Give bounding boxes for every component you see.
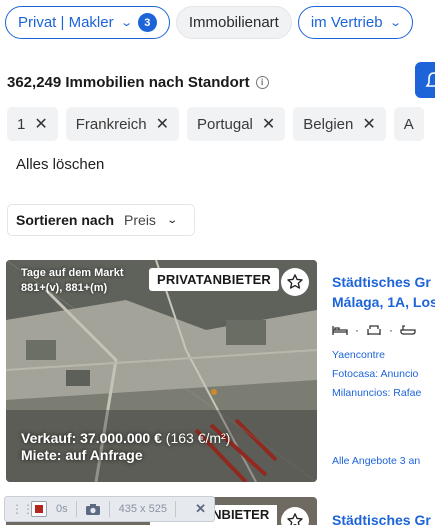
listing-title-line2[interactable]: Málaga, 1A, Los	[332, 292, 435, 312]
info-icon[interactable]: i	[255, 75, 269, 89]
days-on-market-label: Tage auf dem Markt	[21, 267, 124, 279]
price-per-sqm: (163 €/m²)	[165, 430, 231, 446]
chip-location-1[interactable]: 1 ✕	[7, 107, 58, 141]
rent-price: Miete: auf Anfrage	[21, 447, 143, 463]
divider	[108, 501, 110, 517]
bed-icon	[332, 326, 348, 335]
filter-status[interactable]: im Vertrieb ⌄	[297, 6, 413, 39]
all-offers-link[interactable]: Alle Angebote 3 an	[332, 455, 420, 467]
results-header: 362,249 Immobilien nach Standort i	[7, 70, 435, 94]
chip-label: Belgien	[303, 115, 354, 133]
divider	[174, 501, 176, 517]
bath-icon	[400, 325, 416, 335]
close-icon[interactable]: ✕	[262, 114, 275, 134]
days-on-market: Tage auf dem Markt 881+(v), 881+(m)	[21, 266, 124, 296]
filter-property-type[interactable]: Immobilienart	[175, 6, 292, 39]
star-icon	[287, 274, 303, 289]
sort-dropdown[interactable]: Sortieren nach Preis ⌄	[7, 204, 195, 236]
filter-status-label: im Vertrieb	[310, 14, 383, 31]
capture-size: 435 x 525	[118, 503, 167, 515]
chip-location-5[interactable]: A	[393, 107, 424, 141]
chip-label: Frankreich	[75, 115, 147, 133]
filter-count-badge: 3	[137, 13, 157, 32]
bell-icon	[425, 72, 435, 87]
chip-label: 1	[17, 115, 26, 133]
sort-value: Preis	[124, 212, 156, 228]
amenity-dash: ·	[389, 323, 393, 337]
favorite-button[interactable]	[281, 268, 309, 296]
sale-price-value: Verkauf: 37.000.000 €	[21, 430, 162, 446]
agency-link[interactable]: Yaencontre	[332, 346, 435, 365]
close-icon[interactable]: ✕	[34, 114, 47, 134]
chip-label: A	[403, 115, 414, 133]
chevron-down-icon: ⌄	[166, 214, 179, 226]
amenities-row: · ·	[332, 322, 435, 338]
sale-price: Verkauf: 37.000.000 € (163 €/m²)	[21, 430, 230, 447]
filter-bar: Privat | Makler ⌄ 3 Immobilienart im Ver…	[5, 6, 435, 40]
filter-property-type-label: Immobilienart	[188, 14, 279, 31]
amenity-dash: ·	[355, 323, 359, 337]
days-on-market-value: 881+(v), 881+(m)	[21, 282, 108, 294]
agency-link[interactable]: Fotocasa: Anuncio	[332, 365, 435, 384]
price-block: Verkauf: 37.000.000 € (163 €/m²) Miete: …	[21, 430, 230, 464]
star-icon	[287, 513, 303, 525]
sort-label: Sortieren nach	[16, 212, 115, 228]
chip-location-3[interactable]: Portugal ✕	[187, 107, 286, 141]
agency-list: Yaencontre Fotocasa: Anuncio Milanuncios…	[332, 346, 435, 403]
clear-all-link[interactable]: Alles löschen	[16, 156, 104, 173]
recording-time: 0s	[56, 503, 68, 515]
agency-link[interactable]: Milanuncios: Rafae	[332, 384, 435, 403]
camera-icon	[85, 503, 100, 515]
chip-location-4[interactable]: Belgien ✕	[293, 107, 386, 141]
close-icon[interactable]: ✕	[362, 114, 375, 134]
close-icon[interactable]: ✕	[195, 501, 206, 517]
listing-photo[interactable]: Tage auf dem Markt 881+(v), 881+(m) PRIV…	[6, 260, 317, 482]
record-icon	[35, 505, 43, 513]
camera-button[interactable]	[85, 503, 101, 516]
record-button[interactable]	[31, 501, 47, 517]
drag-handle-icon[interactable]: ⋮⋮	[11, 502, 34, 516]
location-chips: 1 ✕ Frankreich ✕ Portugal ✕ Belgien ✕ A	[7, 107, 435, 141]
listing-title-2[interactable]: Städtisches Gr	[332, 512, 431, 525]
listing-details: Städtisches Gr Málaga, 1A, Los · · Yaenc…	[332, 272, 435, 403]
sofa-icon	[367, 325, 381, 335]
filter-seller-type[interactable]: Privat | Makler ⌄ 3	[5, 6, 170, 39]
divider	[75, 501, 77, 517]
chevron-down-icon: ⌄	[388, 17, 402, 29]
private-seller-badge: PRIVATANBIETER	[149, 268, 280, 291]
chip-label: Portugal	[197, 115, 253, 133]
chip-location-2[interactable]: Frankreich ✕	[65, 107, 180, 141]
results-count-title: 362,249 Immobilien nach Standort	[7, 73, 250, 91]
recorder-toolbar: ⋮⋮ 0s 435 x 525 ✕	[4, 496, 215, 522]
listing-title-line1[interactable]: Städtisches Gr	[332, 272, 435, 292]
listing-card[interactable]: Tage auf dem Markt 881+(v), 881+(m) PRIV…	[6, 260, 435, 482]
search-alert-button[interactable]	[415, 62, 435, 98]
filter-seller-type-label: Privat | Makler	[18, 14, 114, 31]
chevron-down-icon: ⌄	[119, 17, 133, 29]
close-icon[interactable]: ✕	[156, 114, 169, 134]
